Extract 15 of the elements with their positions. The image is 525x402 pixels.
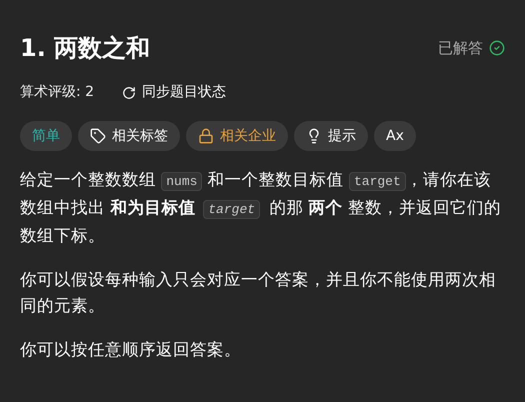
rating-label: 算术评级: 2: [20, 83, 94, 102]
description-paragraph: 你可以按任意顺序返回答案。: [20, 339, 242, 361]
hint-tag[interactable]: 提示: [294, 121, 368, 151]
status-label: 已解答: [438, 38, 483, 59]
problem-title: 1. 两数之和: [20, 33, 150, 64]
lock-icon: [198, 128, 214, 144]
sync-button[interactable]: 同步题目状态: [122, 82, 226, 103]
tag-icon: [90, 128, 106, 144]
translate-button[interactable]: Ax: [374, 121, 416, 151]
companies-tag[interactable]: 相关企业: [186, 121, 288, 151]
difficulty-tag[interactable]: 简单: [20, 121, 72, 151]
topics-tag[interactable]: 相关标签: [78, 121, 180, 151]
refresh-icon: [122, 86, 136, 100]
description-paragraph: 给定一个整数数组 nums 和一个整数目标值 target ，请你在该数组中找出 和为目标值 target 的那 两个 整数，并返回它们的数组下标。: [20, 169, 502, 247]
description-paragraph: 你可以假设每种输入只会对应一个答案，并且你不能使用两次相同的元素。: [20, 269, 497, 317]
